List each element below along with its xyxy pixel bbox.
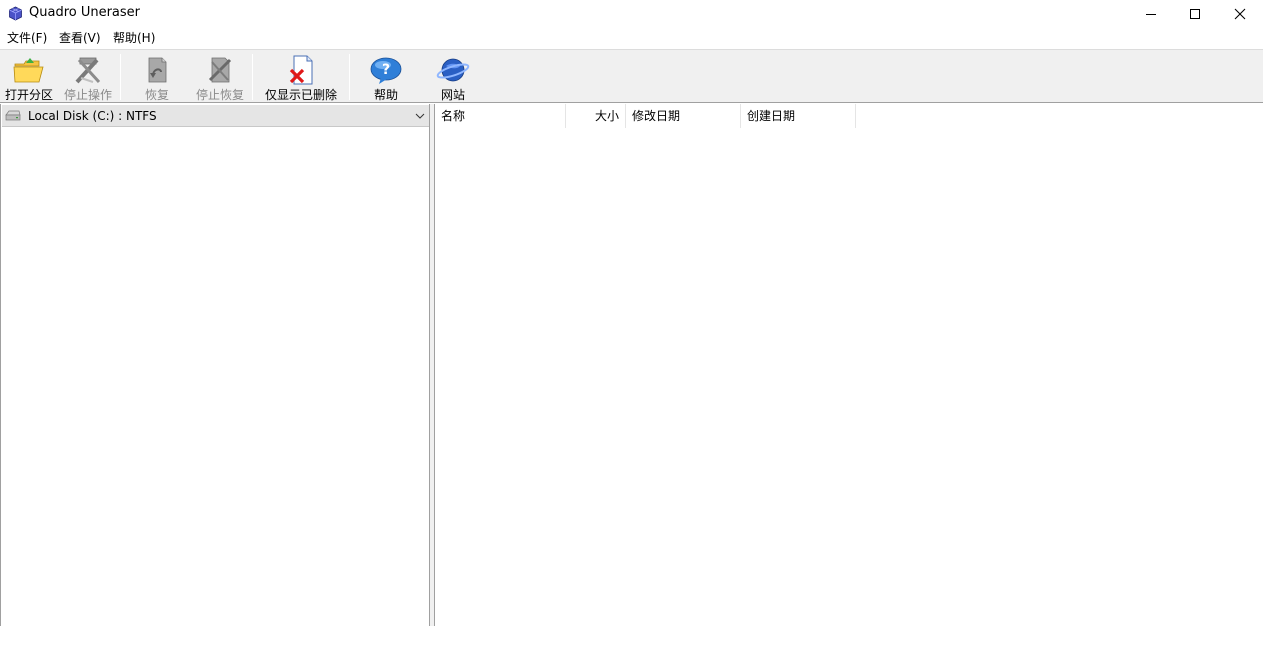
close-button[interactable] — [1217, 0, 1263, 27]
file-list[interactable] — [435, 128, 1263, 624]
restore-button[interactable]: 恢复 — [134, 50, 180, 103]
stop-operation-button[interactable]: 停止操作 — [62, 50, 114, 103]
title-bar: Quadro Uneraser — [0, 0, 1263, 27]
minimize-button[interactable] — [1128, 0, 1174, 27]
drive-dropdown[interactable]: Local Disk (C:) : NTFS — [2, 105, 429, 127]
deleted-file-icon — [289, 55, 313, 85]
stop-restore-label: 停止恢复 — [195, 88, 244, 102]
toolbar-separator — [349, 54, 350, 100]
menu-view[interactable]: 查看(V) — [59, 31, 101, 46]
folder-tree[interactable] — [2, 128, 429, 624]
menu-file[interactable]: 文件(F) — [7, 31, 47, 46]
restore-icon — [148, 57, 167, 83]
column-header-modified-date[interactable]: 修改日期 — [626, 104, 741, 128]
drive-selected-value: Local Disk (C:) : NTFS — [28, 109, 157, 123]
help-icon: ? — [370, 57, 402, 84]
folder-tree-pane: Local Disk (C:) : NTFS — [0, 104, 430, 626]
toolbar-separator — [120, 54, 121, 100]
close-icon — [1234, 8, 1246, 19]
globe-icon — [436, 58, 470, 82]
disk-drive-icon — [5, 110, 21, 121]
file-list-pane: 名称 大小 修改日期 创建日期 — [434, 104, 1263, 626]
restore-label: 恢复 — [144, 88, 169, 102]
stop-restore-icon — [208, 57, 232, 83]
stop-tools-icon — [75, 57, 101, 84]
stop-restore-button[interactable]: 停止恢复 — [193, 50, 247, 103]
menu-bar: 文件(F) 查看(V) 帮助(H) — [0, 28, 1263, 49]
chevron-down-icon[interactable] — [415, 111, 425, 121]
show-deleted-only-button[interactable]: 仅显示已删除 — [262, 50, 340, 103]
column-header-name[interactable]: 名称 — [435, 104, 566, 128]
status-area — [0, 626, 1263, 650]
file-list-header: 名称 大小 修改日期 创建日期 — [435, 104, 1263, 128]
column-header-created-date[interactable]: 创建日期 — [741, 104, 856, 128]
toolbar-separator — [252, 54, 253, 100]
website-button[interactable]: 网站 — [430, 50, 476, 103]
website-label: 网站 — [440, 88, 465, 102]
minimize-icon — [1146, 13, 1156, 15]
maximize-icon — [1190, 8, 1200, 19]
help-label: 帮助 — [373, 88, 398, 102]
open-folder-icon — [13, 58, 44, 83]
svg-text:?: ? — [382, 62, 390, 78]
stop-operation-label: 停止操作 — [63, 88, 112, 102]
show-deleted-only-label: 仅显示已删除 — [264, 88, 337, 102]
app-logo-icon — [9, 6, 22, 21]
maximize-button[interactable] — [1172, 0, 1218, 27]
window-title: Quadro Uneraser — [29, 5, 141, 20]
column-header-size[interactable]: 大小 — [566, 104, 626, 128]
toolbar: 打开分区 停止操作 恢复 停止恢复 仅显示已删除 ? 帮助 网站 — [0, 49, 1263, 103]
open-partition-label: 打开分区 — [4, 88, 53, 102]
open-partition-button[interactable]: 打开分区 — [3, 50, 55, 103]
menu-help[interactable]: 帮助(H) — [113, 31, 155, 46]
help-button[interactable]: ? 帮助 — [364, 50, 408, 103]
